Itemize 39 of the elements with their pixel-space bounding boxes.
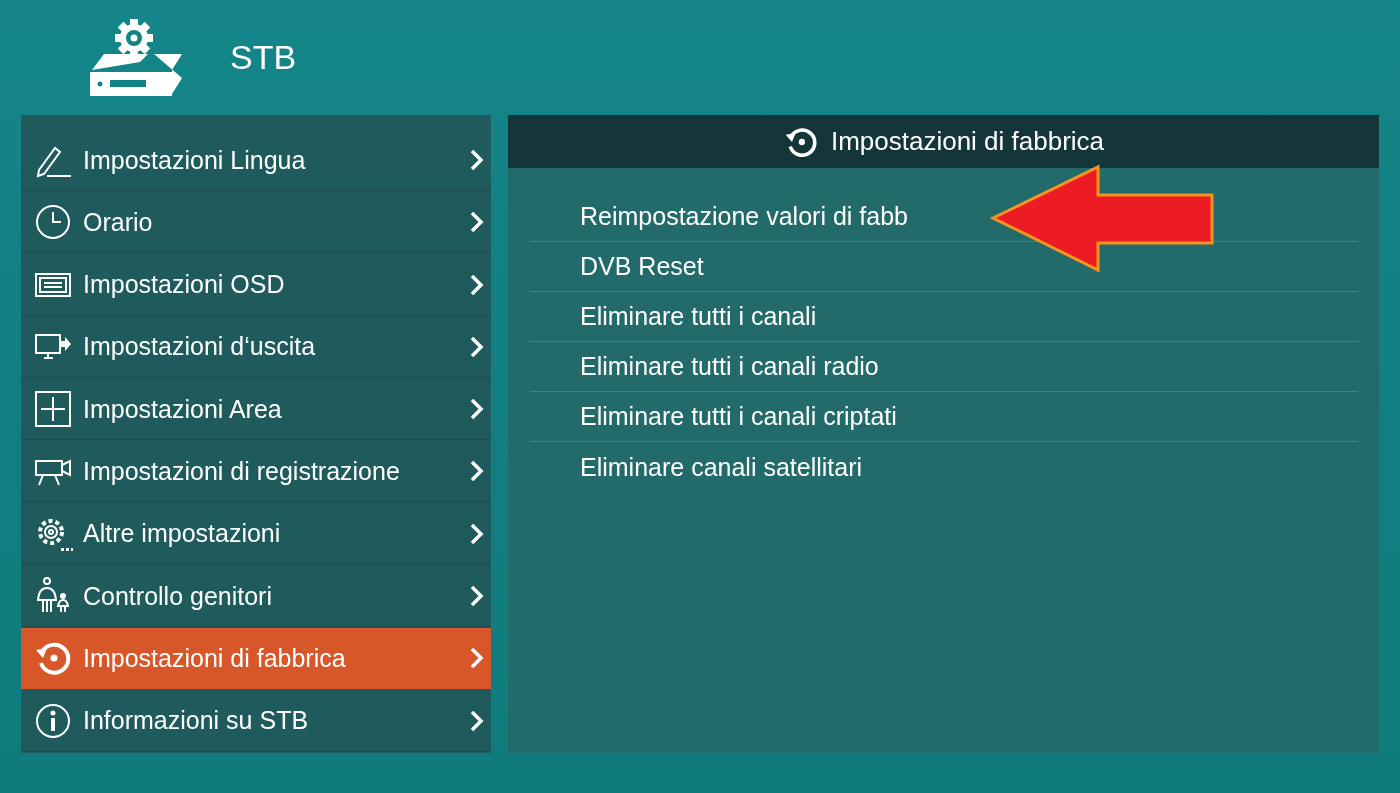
menu-item-label: Impostazioni OSD [83, 270, 286, 300]
menu-item[interactable]: Impostazioni OSD [21, 254, 491, 316]
menu-item[interactable]: Impostazioni Area [21, 379, 491, 441]
option-item[interactable]: Eliminare tutti i canali [580, 302, 817, 331]
menu-item-label: Informazioni su STB [83, 706, 310, 736]
menu-item-label: Altre impostazioni [83, 519, 282, 549]
menu-item-label: Impostazioni di registrazione [83, 457, 401, 486]
menu-item-label: Impostazioni Lingua [83, 145, 307, 175]
chevron-right-icon [469, 585, 485, 608]
chevron-right-icon [469, 335, 485, 358]
menu-item[interactable]: Impostazioni di fabbrica [21, 628, 491, 690]
chevron-right-icon [469, 149, 485, 171]
chevron-right-icon [469, 460, 485, 483]
option-item[interactable]: Eliminare tutti i canali radio [580, 352, 879, 381]
app-title: STB [230, 38, 297, 77]
option-item[interactable]: DVB Reset [580, 252, 704, 281]
menu-item[interactable]: Altre impostazioni [21, 503, 491, 565]
menu-item[interactable]: Impostazioni Lingua [21, 130, 491, 191]
chevron-right-icon [469, 709, 485, 732]
menu-item[interactable]: Orario [21, 192, 491, 254]
panel-title: Impostazioni di fabbrica [830, 126, 1105, 157]
chevron-right-icon [469, 211, 485, 234]
option-item[interactable]: Reimpostazione valori di fabb [580, 202, 908, 231]
option-item[interactable]: Eliminare tutti i canali criptati [580, 402, 897, 431]
chevron-right-icon [469, 522, 485, 545]
menu-item-label: Orario [83, 207, 154, 237]
menu-item-label: Controllo genitori [83, 581, 273, 611]
menu-item[interactable]: Controllo genitori [21, 566, 491, 628]
menu-item[interactable]: Informazioni su STB [21, 690, 491, 752]
menu-item[interactable]: Impostazioni d‘uscita [21, 316, 491, 378]
option-item[interactable]: Eliminare canali satellitari [580, 452, 863, 482]
chevron-right-icon [469, 647, 485, 670]
area-icon [33, 389, 73, 430]
menu-item-label: Impostazioni Area [83, 394, 283, 424]
menu-item-label: Impostazioni di fabbrica [83, 643, 347, 673]
chevron-right-icon [469, 273, 485, 296]
menu-item-label: Impostazioni d‘uscita [83, 332, 317, 362]
menu-item[interactable]: Impostazioni di registrazione [21, 441, 491, 503]
chevron-right-icon [469, 398, 485, 421]
